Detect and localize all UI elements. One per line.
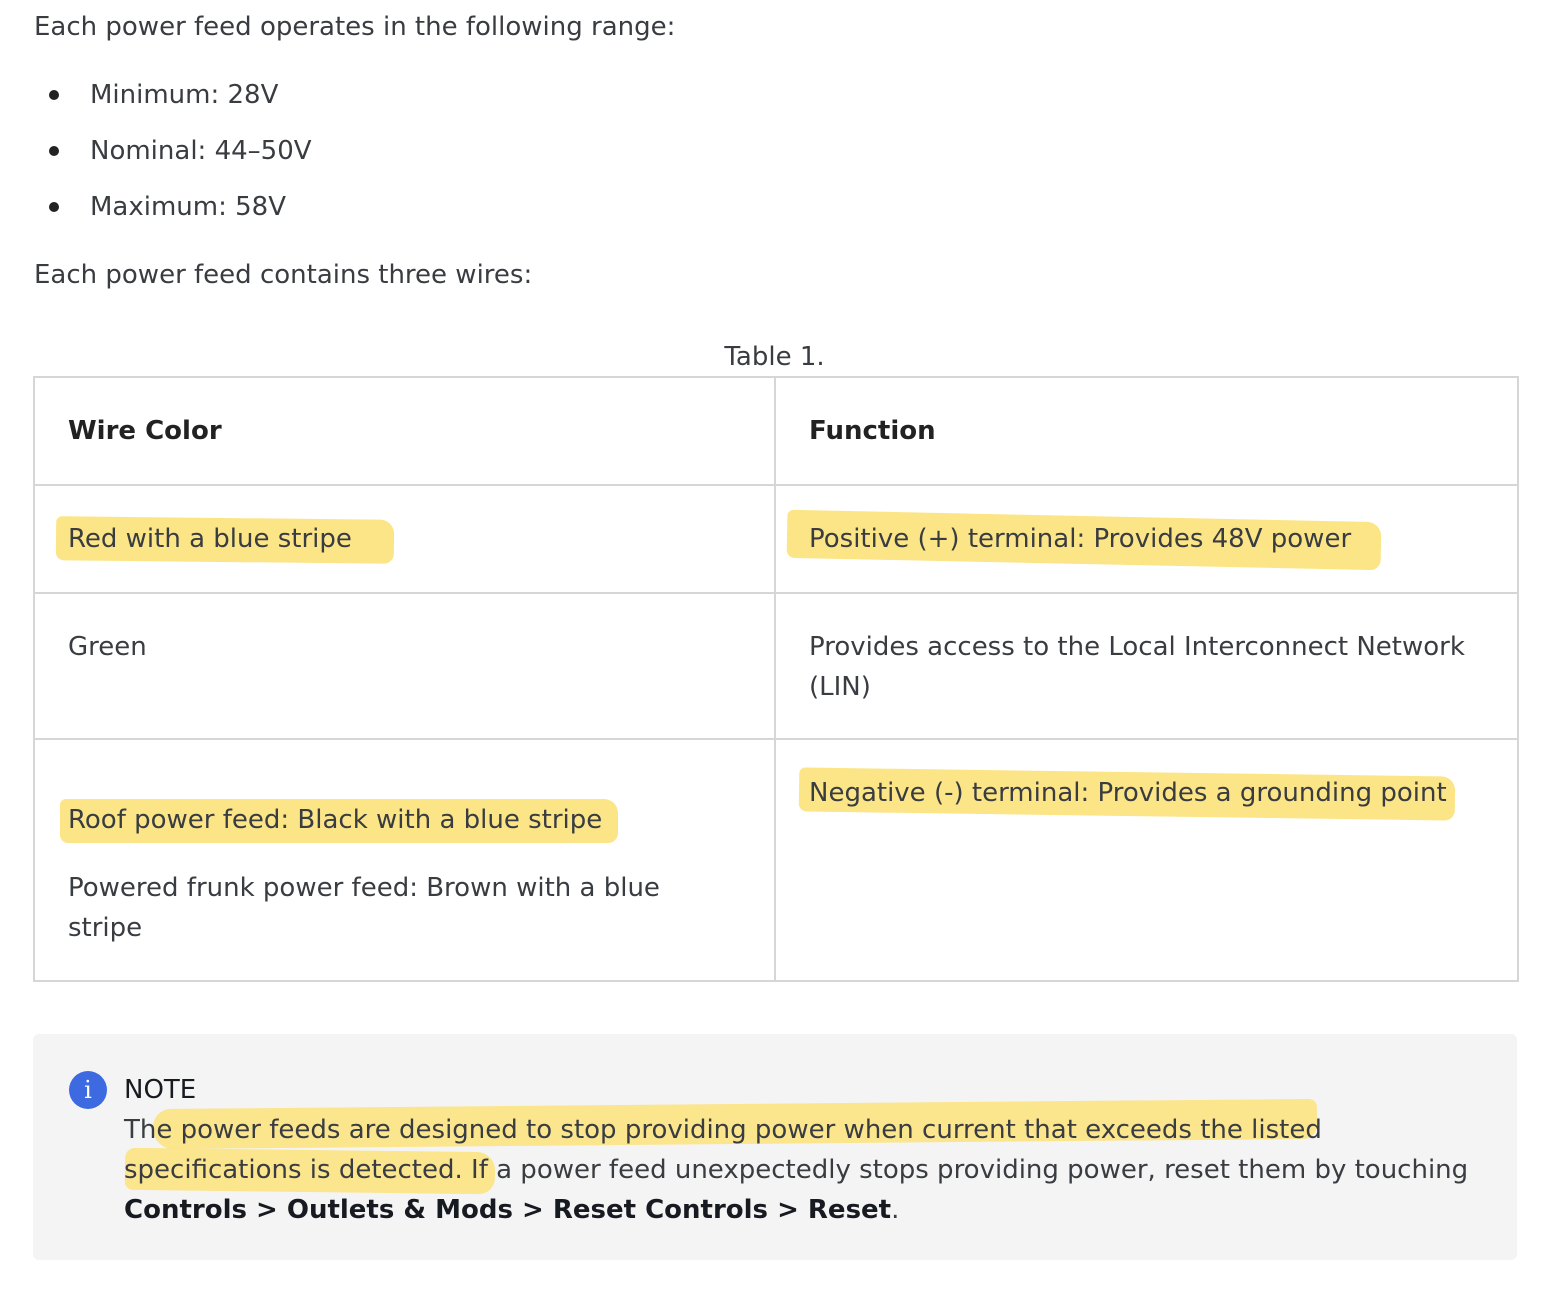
note-suffix: . [891, 1195, 900, 1225]
cell-wire-color: Red with a blue stripe [33, 484, 776, 594]
list-item-text: Nominal: 44–50V [90, 136, 312, 166]
highlighted-text: Positive (+) terminal: Provides 48V powe… [809, 524, 1352, 554]
info-icon: i [69, 1071, 107, 1109]
column-header-function: Function [774, 376, 1519, 486]
cell-paragraph: Roof power feed: Black with a blue strip… [68, 800, 741, 840]
range-list: Minimum: 28V Nominal: 44–50V Maximum: 58… [34, 76, 312, 244]
table-row: Red with a blue stripe Positive (+) term… [33, 484, 1519, 594]
list-item: Maximum: 58V [34, 188, 312, 244]
note-callout: i NOTE The power feeds are designed to s… [33, 1034, 1517, 1260]
note-text: The power feeds are designed to stop pro… [124, 1115, 1469, 1185]
list-item-text: Minimum: 28V [90, 80, 279, 110]
cell-function: Negative (-) terminal: Provides a ground… [774, 738, 1519, 982]
table-row: Green Provides access to the Local Inter… [33, 592, 1519, 740]
wire-table: Wire Color Function Red with a blue stri… [33, 376, 1519, 982]
note-body: The power feeds are designed to stop pro… [124, 1110, 1484, 1230]
cell-wire-color: Roof power feed: Black with a blue strip… [33, 738, 776, 982]
list-item-text: Maximum: 58V [90, 192, 287, 222]
cell-wire-color: Green [33, 592, 776, 740]
list-item: Minimum: 28V [34, 76, 312, 132]
intro-text: Each power feed operates in the followin… [34, 12, 676, 42]
cell-function: Positive (+) terminal: Provides 48V powe… [774, 484, 1519, 594]
table-row: Roof power feed: Black with a blue strip… [33, 738, 1519, 982]
bullet-icon [49, 146, 59, 156]
cell-paragraph: Powered frunk power feed: Brown with a b… [68, 873, 660, 943]
table-caption: Table 1. [724, 342, 825, 372]
note-title: NOTE [124, 1075, 197, 1105]
menu-path: Controls > Outlets & Mods > Reset Contro… [124, 1195, 892, 1225]
column-header-wire-color: Wire Color [33, 376, 776, 486]
highlighted-text: Negative (-) terminal: Provides a ground… [809, 778, 1447, 808]
list-item: Nominal: 44–50V [34, 132, 312, 188]
bullet-icon [49, 90, 59, 100]
table-header-row: Wire Color Function [33, 376, 1519, 486]
highlighted-text: Roof power feed: Black with a blue strip… [68, 805, 603, 835]
cell-function: Provides access to the Local Interconnec… [774, 592, 1519, 740]
bullet-icon [49, 202, 59, 212]
highlighted-text: Red with a blue stripe [68, 524, 352, 554]
wires-intro-text: Each power feed contains three wires: [34, 260, 533, 290]
